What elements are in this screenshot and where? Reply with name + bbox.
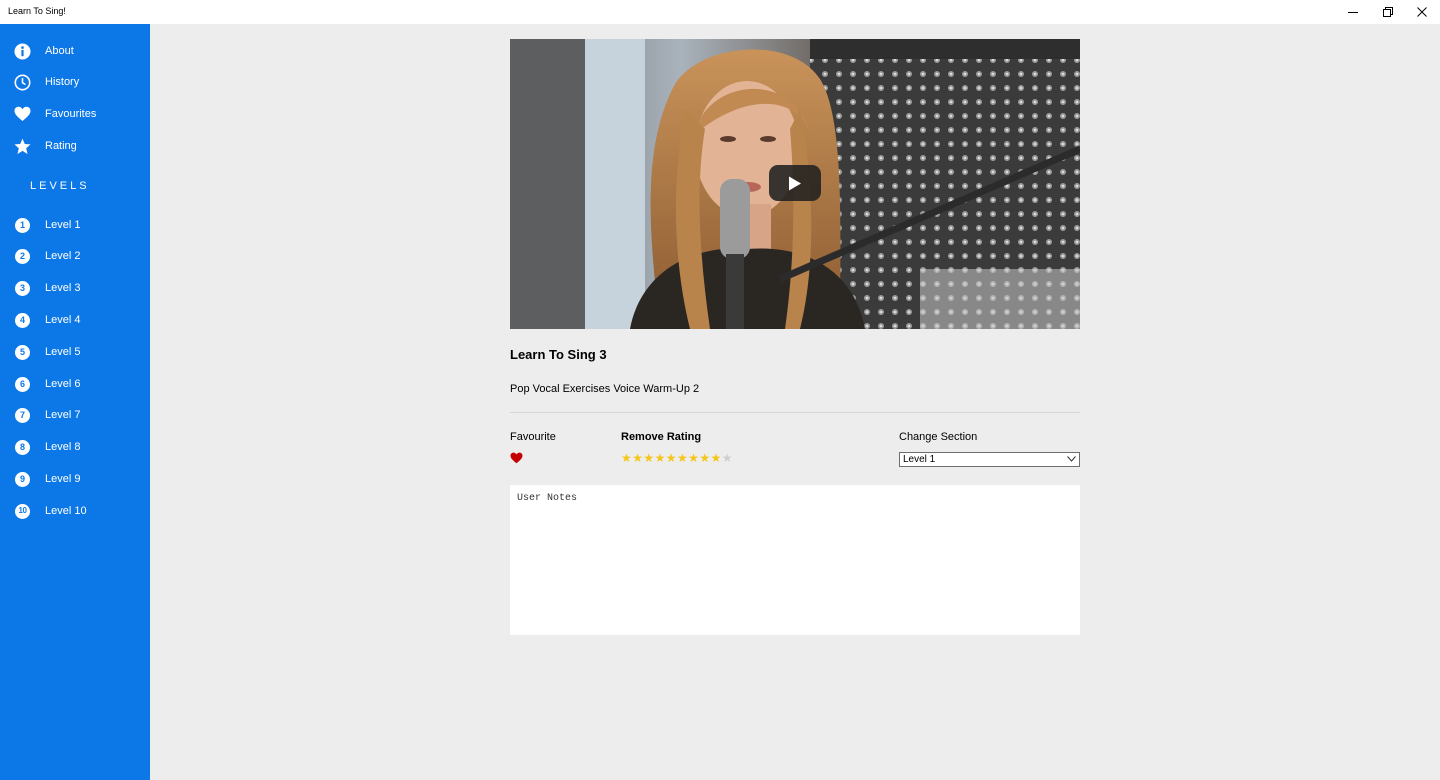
video-title: Learn To Sing 3 [510,347,607,362]
window-title: Learn To Sing! [8,6,66,16]
sidebar-item-label: Favourites [45,108,97,120]
minimize-icon [1348,12,1358,13]
heart-icon [14,106,31,123]
sidebar-item-label: Level 3 [45,282,81,294]
sidebar-item-level-8[interactable]: 8 Level 8 [0,433,150,461]
close-icon [1417,7,1427,17]
sidebar-item-label: Rating [45,140,77,152]
minimize-button[interactable] [1336,0,1370,24]
rating-star-10[interactable]: ★ [722,452,733,465]
info-icon [14,43,31,60]
sidebar-item-label: Level 2 [45,250,81,262]
number-10-icon: 10 [14,503,31,520]
rating-star-7[interactable]: ★ [688,452,699,465]
rating-stars[interactable]: ★ ★ ★ ★ ★ ★ ★ ★ ★ ★ [621,452,733,465]
rating-star-1[interactable]: ★ [621,452,632,465]
rating-star-9[interactable]: ★ [711,452,722,465]
number-5-icon: 5 [14,344,31,361]
sidebar-item-label: Level 7 [45,409,81,421]
sidebar-item-label: Level 6 [45,378,81,390]
sidebar-item-level-6[interactable]: 6 Level 6 [0,370,150,398]
rating-star-3[interactable]: ★ [643,452,654,465]
section-select[interactable]: Level 1 [899,452,1080,467]
sidebar-item-level-9[interactable]: 9 Level 9 [0,465,150,493]
favourite-label: Favourite [510,431,556,443]
sidebar-item-label: History [45,76,80,88]
rating-star-4[interactable]: ★ [655,452,666,465]
restore-icon [1383,7,1393,17]
sidebar-item-history[interactable]: History [0,68,150,96]
sidebar-item-label: Level 8 [45,441,81,453]
sidebar-item-about[interactable]: About [0,37,150,65]
number-7-icon: 7 [14,407,31,424]
sidebar-item-rating[interactable]: Rating [0,132,150,160]
title-bar: Learn To Sing! [0,0,1440,24]
remove-rating-button[interactable]: Remove Rating [621,431,701,443]
user-notes-input[interactable] [510,485,1080,635]
rating-star-8[interactable]: ★ [699,452,710,465]
sidebar-item-label: Level 4 [45,314,81,326]
favourite-heart-icon[interactable] [510,452,523,464]
number-3-icon: 3 [14,280,31,297]
number-2-icon: 2 [14,248,31,265]
sidebar-item-level-5[interactable]: 5 Level 5 [0,338,150,366]
number-6-icon: 6 [14,376,31,393]
sidebar-item-level-4[interactable]: 4 Level 4 [0,306,150,334]
play-icon [789,176,801,190]
sidebar-item-favourites[interactable]: Favourites [0,100,150,128]
rating-star-2[interactable]: ★ [632,452,643,465]
restore-button[interactable] [1371,0,1405,24]
sidebar: About History Favourites Rating LEVELS 1… [0,24,150,780]
number-9-icon: 9 [14,471,31,488]
video-subtitle: Pop Vocal Exercises Voice Warm-Up 2 [510,383,700,395]
star-icon [14,138,31,155]
change-section-label: Change Section [899,431,978,443]
video-player[interactable] [510,39,1080,329]
sidebar-item-level-3[interactable]: 3 Level 3 [0,274,150,302]
sidebar-item-level-10[interactable]: 10 Level 10 [0,497,150,525]
heart-shape [510,452,523,464]
number-4-icon: 4 [14,312,31,329]
sidebar-item-label: Level 9 [45,473,81,485]
divider [510,412,1080,413]
close-button[interactable] [1405,0,1439,24]
sidebar-item-label: Level 10 [45,505,87,517]
sidebar-item-label: About [45,45,74,57]
sidebar-item-level-7[interactable]: 7 Level 7 [0,401,150,429]
sidebar-item-level-1[interactable]: 1 Level 1 [0,211,150,239]
clock-icon [14,74,31,91]
sidebar-item-level-2[interactable]: 2 Level 2 [0,242,150,270]
number-1-icon: 1 [14,217,31,234]
chevron-down-icon [1067,456,1076,462]
section-selected-value: Level 1 [903,454,936,465]
levels-heading: LEVELS [30,180,90,192]
number-8-icon: 8 [14,439,31,456]
rating-star-6[interactable]: ★ [677,452,688,465]
play-button[interactable] [769,165,821,201]
rating-star-5[interactable]: ★ [666,452,677,465]
sidebar-item-label: Level 5 [45,346,81,358]
sidebar-item-label: Level 1 [45,219,81,231]
